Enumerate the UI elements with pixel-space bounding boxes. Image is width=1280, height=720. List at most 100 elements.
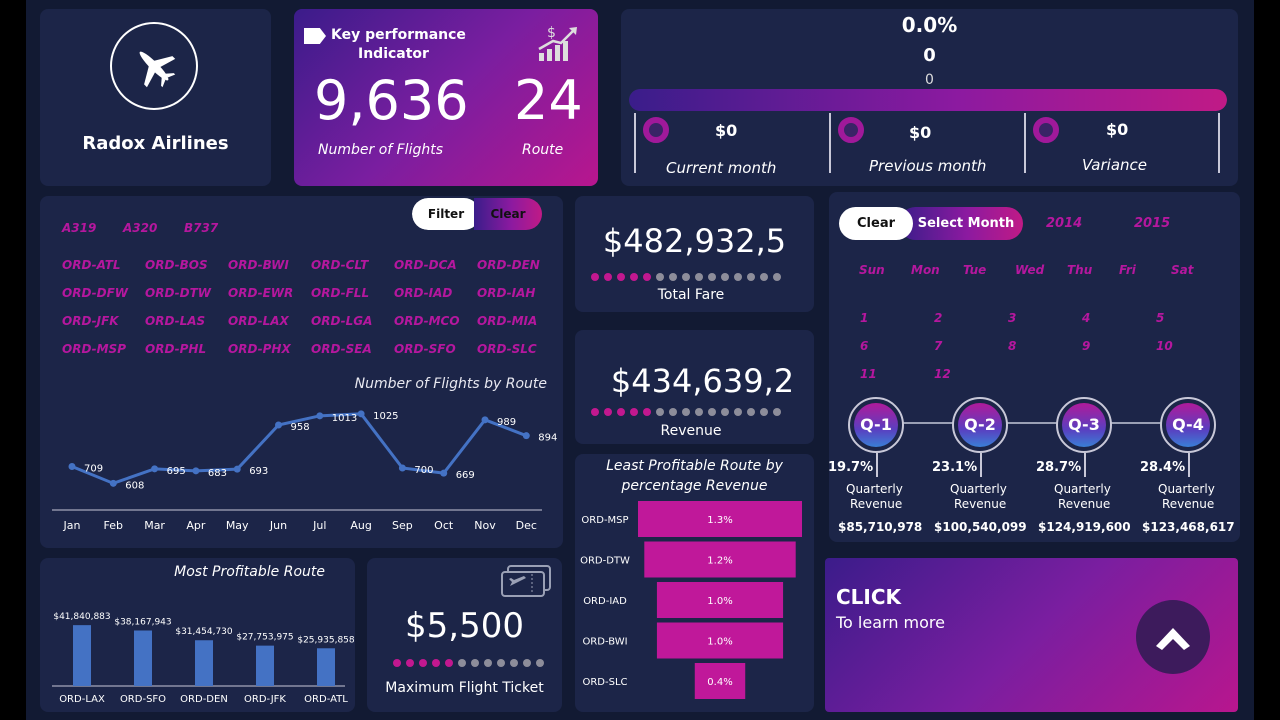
quarter-amount: $85,710,978: [838, 520, 923, 534]
bar: [195, 640, 213, 686]
route-filter-item[interactable]: ORD-PHX: [228, 342, 291, 356]
funnel-category-label: ORD-SLC: [582, 677, 627, 688]
indicator-dot: [682, 273, 690, 281]
year-2015[interactable]: 2015: [1134, 216, 1170, 231]
revenue-value: $434,639,2: [610, 362, 795, 400]
kpi-title-line2: Indicator: [358, 46, 429, 62]
year-2014[interactable]: 2014: [1046, 216, 1082, 231]
select-month-button[interactable]: Select Month: [899, 207, 1023, 240]
x-tick-label: ORD-LAX: [59, 694, 105, 705]
month-option[interactable]: 8: [1008, 339, 1016, 353]
total-fare-value: $482,932,5: [602, 222, 787, 260]
route-filter-item[interactable]: ORD-LGA: [311, 314, 372, 328]
route-filter-item[interactable]: ORD-DCA: [394, 258, 457, 272]
quarter-button[interactable]: Q-4: [1160, 397, 1216, 453]
quarter-label: Q-4: [1166, 403, 1210, 447]
variance-label: Variance: [1082, 156, 1148, 174]
quarter-button[interactable]: Q-1: [848, 397, 904, 453]
route-filter-item[interactable]: ORD-LAX: [228, 314, 289, 328]
month-option[interactable]: 6: [860, 339, 868, 353]
aircraft-filter-item[interactable]: B737: [184, 221, 218, 235]
month-option[interactable]: 12: [934, 367, 951, 381]
indicator-dot: [510, 659, 518, 667]
quarter-label-line2: Revenue: [850, 497, 903, 511]
month-option[interactable]: 7: [934, 339, 942, 353]
indicator-dot: [656, 408, 664, 416]
funnel-category-label: ORD-IAD: [583, 596, 627, 607]
weekday-label: Sun: [859, 263, 885, 277]
aircraft-filter-item[interactable]: A319: [62, 221, 96, 235]
data-label: 989: [497, 417, 516, 428]
total-fare-dots: [591, 273, 781, 281]
aircraft-filter-item[interactable]: A320: [123, 221, 157, 235]
bar: [73, 625, 91, 686]
route-filter-item[interactable]: ORD-SFO: [394, 342, 456, 356]
indicator-dot: [695, 273, 703, 281]
route-filter-item[interactable]: ORD-MIA: [477, 314, 537, 328]
funnel-value-label: 1.0%: [707, 596, 732, 607]
route-filter-item[interactable]: ORD-IAH: [477, 286, 535, 300]
indicator-dot: [747, 273, 755, 281]
svg-text:$: $: [547, 25, 556, 41]
route-filter-item[interactable]: ORD-DEN: [477, 258, 540, 272]
route-filter-item[interactable]: ORD-BWI: [228, 258, 289, 272]
funnel-category-label: ORD-BWI: [582, 637, 627, 648]
indicator-dot: [536, 659, 544, 667]
quarter-button[interactable]: Q-2: [952, 397, 1008, 453]
route-filter-item[interactable]: ORD-ATL: [62, 258, 121, 272]
variance-value: $0: [1106, 120, 1129, 139]
route-filter-item[interactable]: ORD-DFW: [62, 286, 128, 300]
filter-button[interactable]: Filter: [412, 198, 480, 230]
learn-more-card[interactable]: CLICK To learn more: [825, 558, 1238, 712]
data-point: [440, 469, 448, 477]
route-filter-item[interactable]: ORD-JFK: [62, 314, 119, 328]
month-option[interactable]: 9: [1082, 339, 1090, 353]
month-option[interactable]: 2: [934, 311, 942, 325]
calendar-clear-button[interactable]: Clear: [839, 207, 913, 240]
indicator-dot: [419, 659, 427, 667]
route-filter-item[interactable]: ORD-MCO: [394, 314, 460, 328]
route-filter-item[interactable]: ORD-MSP: [62, 342, 126, 356]
route-filter-item[interactable]: ORD-DTW: [145, 286, 211, 300]
funnel-category-label: ORD-DTW: [580, 556, 630, 567]
x-tick-label: Sep: [392, 519, 413, 532]
ring-icon: [838, 117, 864, 143]
quarter-label-line1: Quarterly: [1158, 482, 1215, 496]
month-option[interactable]: 11: [860, 367, 877, 381]
quarter-button[interactable]: Q-3: [1056, 397, 1112, 453]
least-profitable-card: Least Profitable Route by percentage Rev…: [575, 454, 814, 712]
month-option[interactable]: 10: [1156, 339, 1173, 353]
bar-value-label: $25,935,858: [297, 635, 355, 645]
route-filter-item[interactable]: ORD-SLC: [477, 342, 537, 356]
quarter-amount: $123,468,617: [1142, 520, 1235, 534]
chevron-up-icon[interactable]: [1136, 600, 1210, 674]
progress-value-small: 0: [925, 72, 934, 88]
max-ticket-card: $5,500 Maximum Flight Ticket: [367, 558, 562, 712]
clear-filter-button[interactable]: Clear: [474, 198, 542, 230]
route-filter-item[interactable]: ORD-CLT: [311, 258, 368, 272]
percent-change: 0.0%: [901, 13, 958, 37]
x-tick-label: Feb: [104, 519, 123, 532]
quarter-label-line1: Quarterly: [1054, 482, 1111, 496]
previous-month-value: $0: [909, 123, 932, 142]
month-option[interactable]: 1: [860, 311, 868, 325]
funnel-title-line2: percentage Revenue: [621, 478, 768, 494]
data-label: 669: [456, 470, 475, 481]
month-option[interactable]: 4: [1082, 311, 1090, 325]
bar-value-label: $27,753,975: [236, 633, 293, 643]
route-filter-item[interactable]: ORD-LAS: [145, 314, 205, 328]
route-filter-item[interactable]: ORD-PHL: [145, 342, 206, 356]
route-filter-item[interactable]: ORD-IAD: [394, 286, 452, 300]
route-filter-item[interactable]: ORD-SEA: [311, 342, 372, 356]
ring-icon: [643, 117, 669, 143]
month-option[interactable]: 5: [1156, 311, 1164, 325]
month-option[interactable]: 3: [1008, 311, 1016, 325]
route-filter-item[interactable]: ORD-BOS: [145, 258, 208, 272]
data-point: [68, 463, 76, 470]
data-label: 958: [291, 422, 310, 433]
weekday-label: Thu: [1067, 263, 1093, 277]
ticket-icon: [500, 564, 552, 604]
quarter-label: Q-3: [1062, 403, 1106, 447]
route-filter-item[interactable]: ORD-EWR: [228, 286, 293, 300]
route-filter-item[interactable]: ORD-FLL: [311, 286, 369, 300]
